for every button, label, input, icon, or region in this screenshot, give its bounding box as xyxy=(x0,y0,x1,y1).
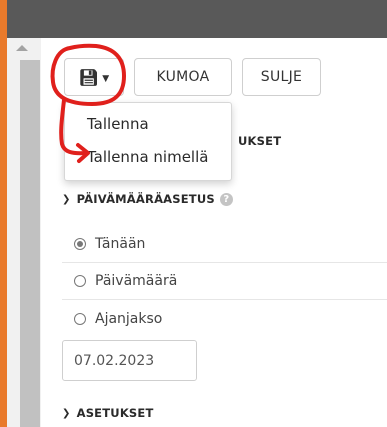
radio-button[interactable] xyxy=(74,275,86,287)
chevron-right-icon: ❯ xyxy=(62,407,71,419)
chevron-down-icon: ❯ xyxy=(62,193,71,205)
radio-label: Ajanjakso xyxy=(95,310,163,327)
save-dropdown-menu: Tallenna Tallenna nimellä xyxy=(64,102,232,181)
settings-header[interactable]: ❯ ASETUKSET xyxy=(62,406,154,420)
menu-item-save[interactable]: Tallenna xyxy=(87,115,149,133)
radio-button[interactable] xyxy=(74,312,86,325)
date-setting-label: PÄIVÄMÄÄRÄASETUS xyxy=(76,192,215,206)
menu-item-save-as[interactable]: Tallenna nimellä xyxy=(87,148,208,166)
radio-option-range[interactable]: Ajanjakso xyxy=(62,300,387,337)
undo-button[interactable]: KUMOA xyxy=(134,58,232,96)
scrollbar-thumb[interactable] xyxy=(20,60,40,427)
date-setting-header[interactable]: ❯ PÄIVÄMÄÄRÄASETUS ? xyxy=(62,192,233,206)
save-icon: 💾︎ xyxy=(78,67,100,87)
date-input[interactable]: 07.02.2023 xyxy=(62,340,197,381)
section-header-partial[interactable]: UKSET xyxy=(238,134,281,148)
radio-button[interactable] xyxy=(74,238,86,250)
save-dropdown-button[interactable]: 💾︎ ▼ xyxy=(64,58,124,96)
title-bar xyxy=(7,0,387,38)
radio-label: Päivämäärä xyxy=(95,273,178,289)
caret-down-icon: ▼ xyxy=(102,74,110,84)
close-button[interactable]: SULJE xyxy=(242,58,321,96)
radio-label: Tänään xyxy=(95,236,146,252)
radio-option-date[interactable]: Päivämäärä xyxy=(62,263,387,300)
radio-option-today[interactable]: Tänään xyxy=(62,226,387,263)
scroll-up-arrow-icon[interactable] xyxy=(16,45,28,51)
help-icon[interactable]: ? xyxy=(219,192,233,206)
settings-label: ASETUKSET xyxy=(76,406,154,420)
window-border xyxy=(0,0,7,427)
